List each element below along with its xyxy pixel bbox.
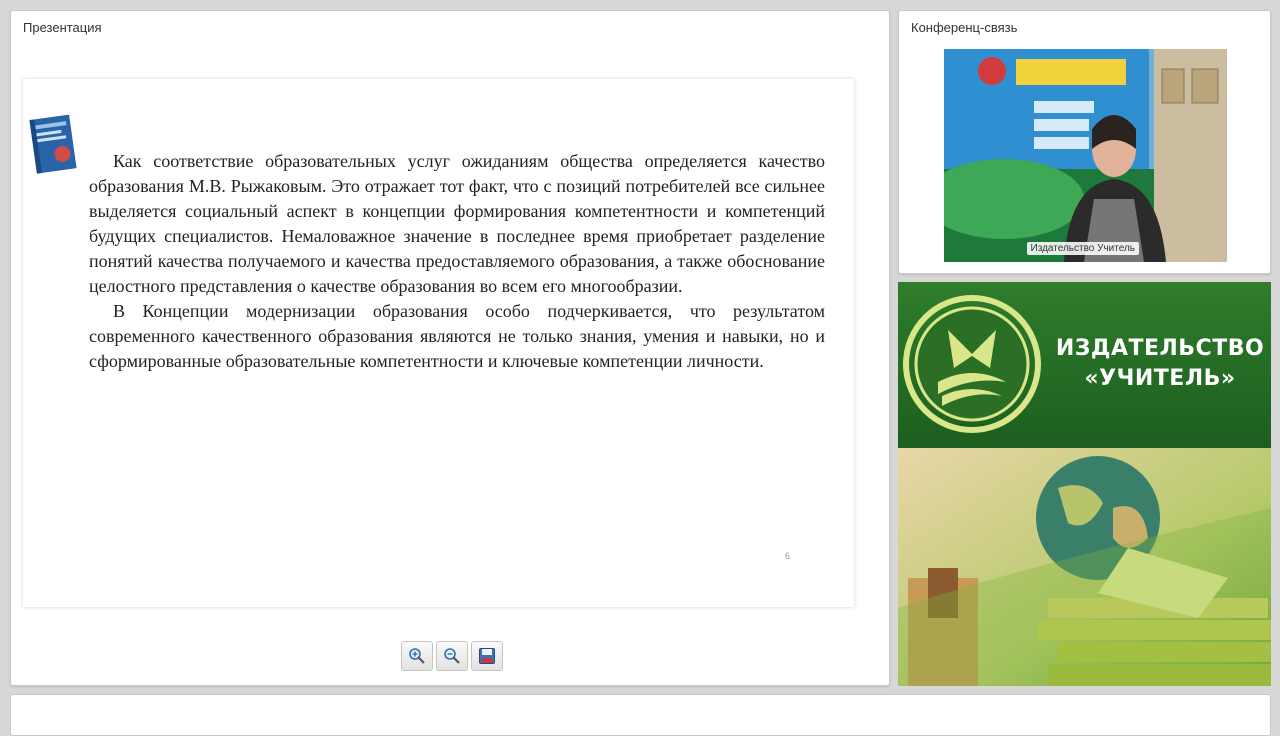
save-button[interactable] (471, 641, 503, 671)
publisher-logo-icon (903, 295, 1041, 433)
slide-paragraph-2: В Концепции модернизации образования осо… (89, 301, 825, 371)
conference-title: Конференц-связь (911, 20, 1018, 35)
video-feed[interactable]: Издательство Учитель (944, 49, 1227, 262)
books-globe-illustration (898, 448, 1271, 686)
presentation-title: Презентация (23, 20, 102, 35)
video-participant-label: Издательство Учитель (1026, 242, 1139, 255)
publisher-name-line1: ИЗДАТЕЛЬСТВО (1055, 336, 1265, 361)
presentation-toolbar (401, 641, 503, 671)
publisher-banner: ИЗДАТЕЛЬСТВО «УЧИТЕЛЬ» (898, 282, 1271, 448)
presentation-panel: Презентация Как соответствие образовател… (10, 10, 890, 686)
books-globe-image (898, 448, 1271, 686)
zoom-out-button[interactable] (436, 641, 468, 671)
book-cover-icon (29, 114, 77, 174)
zoom-in-button[interactable] (401, 641, 433, 671)
slide-text: Как соответствие образовательных услуг о… (89, 149, 825, 374)
video-frame-image (944, 49, 1227, 262)
floppy-disk-icon (479, 648, 495, 664)
publisher-name-line2: «УЧИТЕЛЬ» (1084, 366, 1236, 391)
slide-page-number: 6 (785, 551, 791, 561)
conference-panel: Конференц-связь Издательство Учитель (898, 10, 1271, 274)
zoom-out-icon (444, 648, 460, 664)
presentation-slide: Как соответствие образовательных услуг о… (23, 79, 854, 607)
slide-paragraph-1: Как соответствие образовательных услуг о… (89, 151, 825, 296)
publisher-name: ИЗДАТЕЛЬСТВО «УЧИТЕЛЬ» (1050, 334, 1270, 394)
bottom-panel (10, 694, 1271, 736)
zoom-in-icon (409, 648, 425, 664)
